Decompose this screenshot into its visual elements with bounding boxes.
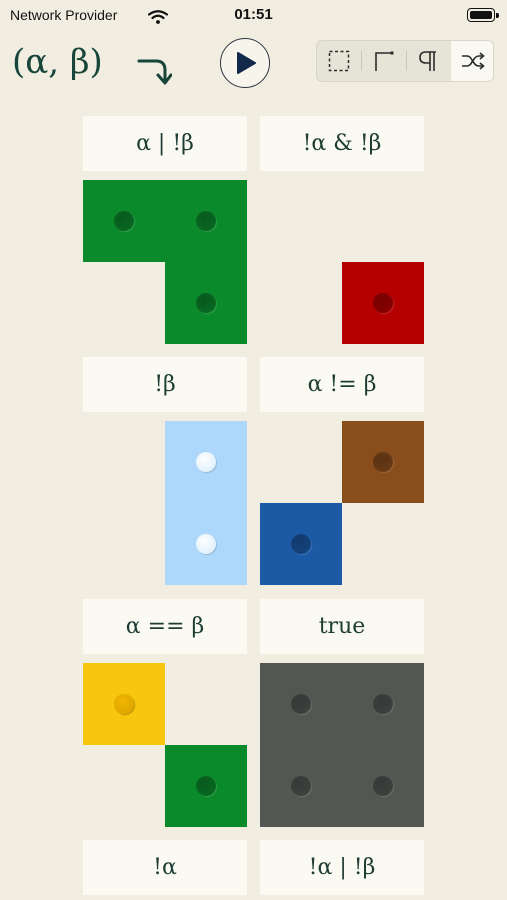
tile-green [165, 262, 247, 344]
expression-card-5[interactable]: α == β [83, 599, 247, 654]
stud [114, 211, 134, 231]
expression-card-2[interactable]: !α & !β [260, 116, 424, 171]
play-button[interactable] [220, 38, 270, 88]
selection-icon [329, 50, 350, 72]
battery-icon [467, 8, 499, 22]
clock: 01:51 [234, 6, 273, 23]
tool-shuffle[interactable] [450, 41, 493, 81]
tool-corner[interactable] [362, 41, 407, 81]
stud [196, 534, 216, 554]
stud [196, 293, 216, 313]
shuffle-icon [461, 52, 485, 70]
stud [373, 694, 393, 714]
tool-selector[interactable] [316, 40, 494, 82]
tile-yellow [83, 663, 165, 745]
stud [114, 694, 134, 714]
tile-green [165, 745, 247, 827]
expression-card-7[interactable]: !α [83, 840, 247, 895]
stud [291, 776, 311, 796]
play-icon [237, 52, 256, 74]
tile-gray-block [260, 663, 424, 827]
expression-card-8[interactable]: !α | !β [260, 840, 424, 895]
tile-green [165, 180, 247, 262]
corner-icon [374, 51, 394, 71]
status-bar: Network Provider 01:51 [0, 0, 507, 32]
stud [291, 694, 311, 714]
tile-green [83, 180, 165, 262]
pilcrow-icon [419, 51, 437, 71]
stud [196, 776, 216, 796]
curved-return-arrow-icon [136, 54, 173, 92]
expression-card-1[interactable]: α | !β [83, 116, 247, 171]
header: (α, β) [0, 32, 507, 102]
tile-light-blue [165, 421, 247, 503]
stud [196, 452, 216, 472]
tile-blue [260, 503, 342, 585]
stud [291, 534, 311, 554]
stud [373, 293, 393, 313]
tool-pilcrow[interactable] [406, 41, 451, 81]
page-title: (α, β) [12, 42, 103, 82]
tile-red [342, 262, 424, 344]
expression-card-4[interactable]: α != β [260, 357, 424, 412]
stud [373, 776, 393, 796]
expression-card-3[interactable]: !β [83, 357, 247, 412]
stud [373, 452, 393, 472]
tool-selection[interactable] [317, 41, 362, 81]
tile-light-blue [165, 503, 247, 585]
tile-brown [342, 421, 424, 503]
stud [196, 211, 216, 231]
expression-card-6[interactable]: true [260, 599, 424, 654]
